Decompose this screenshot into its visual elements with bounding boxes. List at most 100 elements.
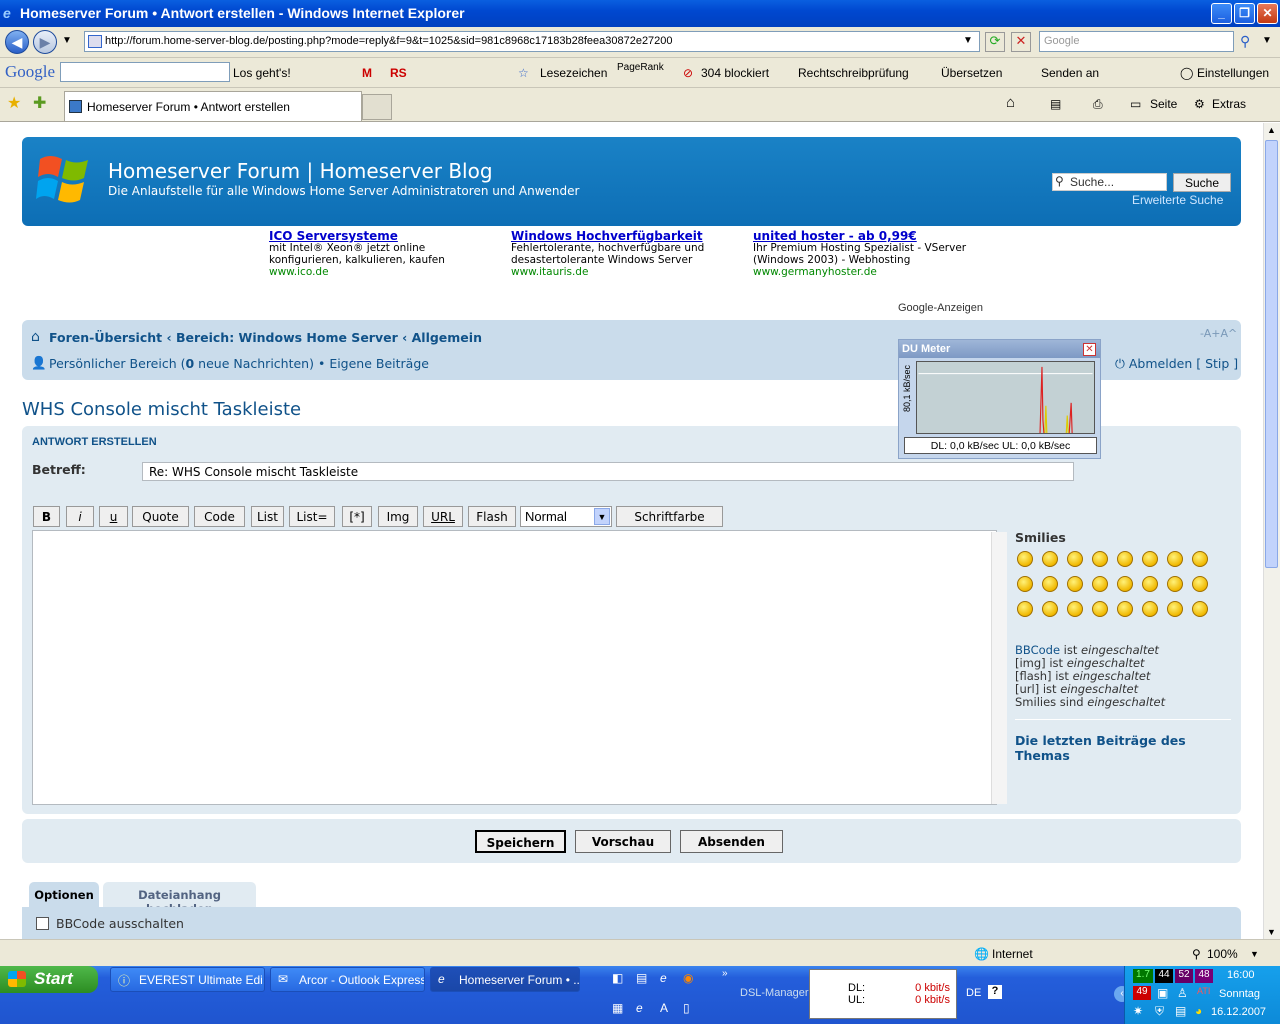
forum-search-button[interactable]: Suche [1173,173,1231,192]
smiley-icon[interactable] [1042,601,1058,617]
home-icon[interactable]: ⌂ [1006,94,1015,111]
tray-icon[interactable]: ◕ [1195,1004,1202,1018]
url-button[interactable]: URL [423,506,463,527]
own-posts-link[interactable]: • Eigene Beiträge [318,356,429,371]
quicklaunch-icon[interactable]: ◧ [612,971,623,985]
dsl-monitor[interactable]: DL: UL: 0 kbit/s 0 kbit/s [809,969,957,1019]
quote-button[interactable]: Quote [132,506,189,527]
language-indicator[interactable]: DE [966,987,981,999]
tray-security-icon[interactable]: ⛨ [1155,1004,1164,1019]
smiley-icon[interactable] [1067,576,1083,592]
spellcheck-button[interactable]: Rechtschreibprüfung [798,66,909,80]
smiley-icon[interactable] [1092,576,1108,592]
smiley-icon[interactable] [1042,551,1058,567]
chevron-down-icon[interactable]: ▼ [594,508,610,525]
new-tab-button[interactable] [362,94,392,120]
tab-homeserver-forum[interactable]: Homeserver Forum • Antwort erstellen [64,91,362,121]
send-to-button[interactable]: Senden an [1041,66,1099,80]
gmail-icon[interactable]: M [362,66,372,80]
save-button[interactable]: Speichern [475,830,566,853]
smiley-icon[interactable] [1017,551,1033,567]
google-search-input[interactable] [60,62,230,82]
ad-title[interactable]: ICO Serversysteme [269,230,445,242]
task-outlook-express[interactable]: Arcor - Outlook Express [270,967,425,992]
clock-time[interactable]: 16:00 [1227,969,1255,981]
font-size-select[interactable]: Normal ▼ [520,506,612,527]
search-icon[interactable]: ⚲ [1240,33,1250,50]
popup-blocked-count[interactable]: 304 blockiert [701,66,769,80]
help-icon[interactable]: ? [988,985,1002,999]
forward-button[interactable]: ▶ [33,30,57,54]
ad-block[interactable]: ICO Serversysteme mit Intel® Xeon® jetzt… [269,230,445,278]
smiley-icon[interactable] [1167,576,1183,592]
smiley-icon[interactable] [1067,551,1083,567]
task-everest[interactable]: EVEREST Ultimate Edi... [110,967,265,992]
quicklaunch-icon[interactable]: ▦ [612,1001,623,1015]
smiley-icon[interactable] [1092,551,1108,567]
du-meter-window[interactable]: DU Meter ✕ 80,1 kB/sec DL: 0,0 kB/sec UL… [898,339,1101,459]
smiley-icon[interactable] [1117,551,1133,567]
smiley-icon[interactable] [1167,551,1183,567]
breadcrumb-sub[interactable]: Allgemein [412,330,482,345]
smiley-icon[interactable] [1192,601,1208,617]
quicklaunch-firefox-icon[interactable]: ◉ [683,971,693,985]
minimize-button[interactable]: _ [1211,3,1232,24]
flash-button[interactable]: Flash [468,506,516,527]
smiley-icon[interactable] [1117,576,1133,592]
topic-title[interactable]: WHS Console mischt Taskleiste [22,399,301,420]
smiley-icon[interactable] [1167,601,1183,617]
bookmark-star-icon[interactable]: ☆ [518,66,529,80]
smiley-icon[interactable] [1192,576,1208,592]
smiley-icon[interactable] [1042,576,1058,592]
tray-ati-icon[interactable]: ATI [1197,986,1210,996]
tray-network-icon[interactable]: ▣ [1157,986,1168,1000]
tray-user-icon[interactable]: ♙ [1177,986,1188,1000]
tray-icon[interactable]: ▤ [1175,1004,1186,1018]
smiley-icon[interactable] [1117,601,1133,617]
ad-block[interactable]: Windows Hochverfügbarkeit Fehlertolerant… [511,230,704,278]
start-button[interactable]: Start [0,966,98,993]
close-button[interactable]: ✕ [1257,3,1278,24]
tray-icon[interactable]: ✷ [1133,1004,1143,1018]
settings-button[interactable]: Einstellungen [1197,66,1269,80]
smiley-icon[interactable] [1142,551,1158,567]
ad-title[interactable]: united hoster - ab 0,99€ [753,230,966,242]
maximize-button[interactable]: ❐ [1234,3,1255,24]
code-button[interactable]: Code [194,506,245,527]
stop-icon[interactable]: ✕ [1011,32,1031,52]
quicklaunch-icon[interactable]: ▤ [636,971,647,985]
message-textarea[interactable] [32,530,1007,805]
refresh-icon[interactable]: ⟳ [985,32,1005,52]
go-button[interactable]: Los geht's! [233,66,291,80]
scroll-down-icon[interactable]: ▼ [1267,927,1276,937]
smiley-icon[interactable] [1142,576,1158,592]
textarea-scrollbar[interactable] [991,532,1007,804]
list-item-button[interactable]: [*] [342,506,372,527]
zoom-level[interactable]: 100% [1207,947,1238,961]
ad-url[interactable]: www.ico.de [269,266,445,278]
web-search-input[interactable]: Google [1039,31,1234,52]
underline-button[interactable]: u [99,506,128,527]
close-icon[interactable]: ✕ [1083,343,1096,356]
smiley-icon[interactable] [1067,601,1083,617]
quicklaunch-icon[interactable]: ▯ [683,1001,690,1015]
search-options-icon[interactable]: ▼ [1262,35,1272,46]
address-input[interactable]: http://forum.home-server-blog.de/posting… [84,31,980,52]
preview-button[interactable]: Vorschau [575,830,671,853]
address-dropdown-icon[interactable]: ▼ [963,35,973,46]
logout-link[interactable]: ⏻ Abmelden [ Stip ] [1115,356,1238,372]
favorites-star-icon[interactable]: ★ [7,93,21,113]
disable-bbcode-checkbox[interactable] [36,917,49,930]
back-button[interactable]: ◀ [5,30,29,54]
quicklaunch-icon[interactable]: A [660,1001,668,1015]
ordered-list-button[interactable]: List= [289,506,335,527]
smiley-icon[interactable] [1017,576,1033,592]
smiley-icon[interactable] [1192,551,1208,567]
feeds-icon[interactable]: ▤ [1050,97,1061,111]
translate-button[interactable]: Übersetzen [941,66,1002,80]
scrollbar-thumb[interactable] [1265,140,1278,568]
tab-attachments[interactable]: Dateianhang hochladen [103,882,256,916]
ad-url[interactable]: www.itauris.de [511,266,704,278]
italic-button[interactable]: i [66,506,94,527]
list-button[interactable]: List [251,506,284,527]
